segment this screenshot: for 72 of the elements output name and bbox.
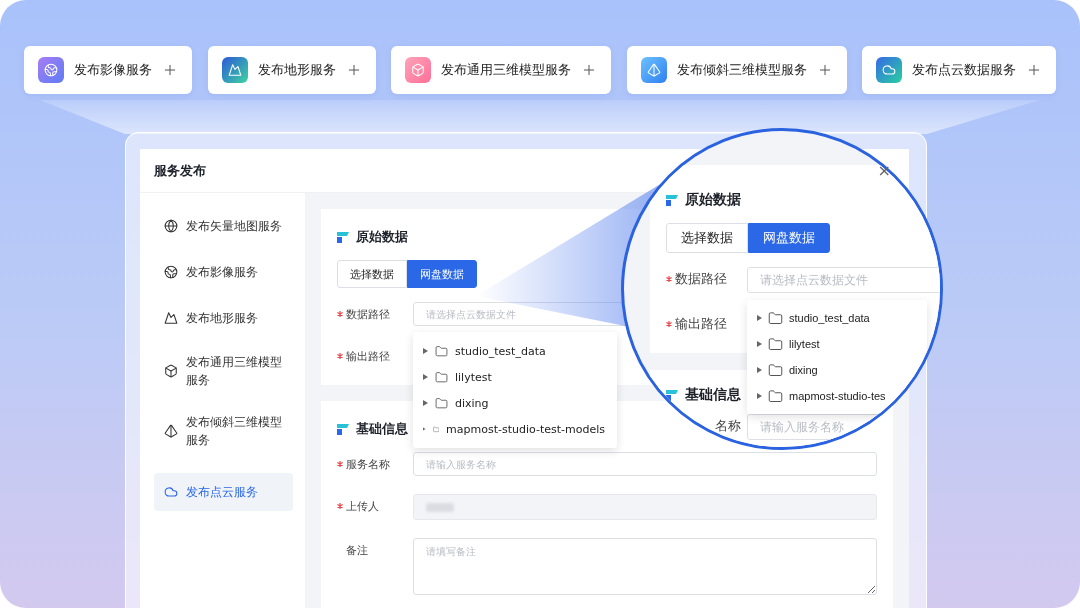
- globe-icon: [164, 265, 178, 279]
- folder-icon: [768, 336, 783, 352]
- section-title: 基础信息: [356, 421, 408, 438]
- caret-icon[interactable]: [757, 315, 762, 321]
- card-label: 发布影像服务: [74, 61, 152, 79]
- section-marker-icon: [666, 389, 678, 401]
- sidebar-item[interactable]: 发布倾斜三维模型服务: [154, 405, 293, 457]
- dialog-title: 服务发布: [154, 161, 206, 180]
- field-label: 服务名称: [346, 456, 390, 472]
- service-card[interactable]: 发布通用三维模型服务: [391, 46, 611, 94]
- field-label: 数据路径: [346, 306, 390, 322]
- globe-icon: [164, 219, 178, 233]
- tree-item[interactable]: mapmost-studio-tes: [747, 383, 927, 409]
- folder-icon: [435, 344, 448, 358]
- tab[interactable]: 选择数据: [666, 223, 748, 253]
- pyramid-icon: [646, 63, 661, 77]
- mountain-icon: [164, 311, 178, 325]
- input-field[interactable]: 请选择点云数据文件: [747, 267, 940, 293]
- tree-item[interactable]: studio_test_data: [747, 305, 927, 331]
- section-marker-icon: [666, 194, 678, 206]
- tree-item[interactable]: dixing: [747, 357, 927, 383]
- tree-item[interactable]: mapmost-studio-test-models: [413, 416, 617, 442]
- tab[interactable]: 网盘数据: [407, 260, 477, 288]
- caret-icon[interactable]: [757, 367, 762, 373]
- card-label: 发布点云数据服务: [912, 61, 1016, 79]
- field-label: 数据路径: [675, 270, 727, 288]
- section-title: 原始数据: [356, 229, 408, 246]
- cloud-icon: [164, 485, 178, 499]
- card-label: 发布倾斜三维模型服务: [676, 61, 807, 79]
- sidebar-item[interactable]: 发布地形服务: [154, 299, 293, 337]
- globe-icon: [44, 63, 58, 77]
- caret-icon[interactable]: [757, 393, 762, 399]
- tab[interactable]: 网盘数据: [748, 223, 830, 253]
- tree-item[interactable]: dixing: [413, 390, 617, 416]
- section-marker-icon: [337, 232, 349, 243]
- sidebar-item[interactable]: 发布通用三维模型服务: [154, 345, 293, 397]
- sidebar-item[interactable]: 发布矢量地图服务: [154, 207, 293, 245]
- service-card[interactable]: 发布影像服务: [24, 46, 192, 94]
- tree-item[interactable]: studio_test_data: [413, 338, 617, 364]
- sidebar-item[interactable]: 发布影像服务: [154, 253, 293, 291]
- folder-icon: [768, 310, 783, 326]
- sidebar-item[interactable]: 发布点云服务: [154, 473, 293, 511]
- mountain-icon: [227, 63, 242, 77]
- field-label: 输出路径: [346, 348, 390, 364]
- caret-icon[interactable]: [423, 374, 428, 380]
- field-label: 备注: [346, 542, 368, 558]
- field-label: 名称: [715, 417, 741, 435]
- cloud-icon: [882, 63, 896, 77]
- folder-icon: [435, 396, 448, 410]
- pyramid-icon: [164, 424, 178, 438]
- service-card[interactable]: 发布点云数据服务: [862, 46, 1056, 94]
- folder-icon: [435, 370, 448, 384]
- caret-icon[interactable]: [757, 341, 762, 347]
- input-field[interactable]: 请输入服务名称: [413, 452, 877, 476]
- caret-icon[interactable]: [423, 400, 428, 406]
- field-label: 输出路径: [675, 315, 727, 333]
- tree-item[interactable]: lilytest: [413, 364, 617, 390]
- service-card[interactable]: 发布倾斜三维模型服务: [626, 46, 847, 94]
- cube-icon: [164, 364, 178, 378]
- card-label: 发布地形服务: [257, 61, 336, 79]
- tree-item[interactable]: lilytest: [747, 331, 927, 357]
- folder-icon: [768, 388, 783, 404]
- card-label: 发布通用三维模型服务: [441, 61, 571, 79]
- caret-icon[interactable]: [423, 348, 428, 354]
- section-title: 基础信息: [685, 386, 741, 404]
- tab[interactable]: 选择数据: [337, 260, 407, 288]
- section-marker-icon: [337, 424, 349, 435]
- field-label: 上传人: [346, 498, 379, 514]
- service-card[interactable]: 发布地形服务: [207, 46, 376, 94]
- section-title: 原始数据: [685, 191, 741, 209]
- cube-icon: [411, 63, 425, 77]
- folder-icon: [768, 362, 783, 378]
